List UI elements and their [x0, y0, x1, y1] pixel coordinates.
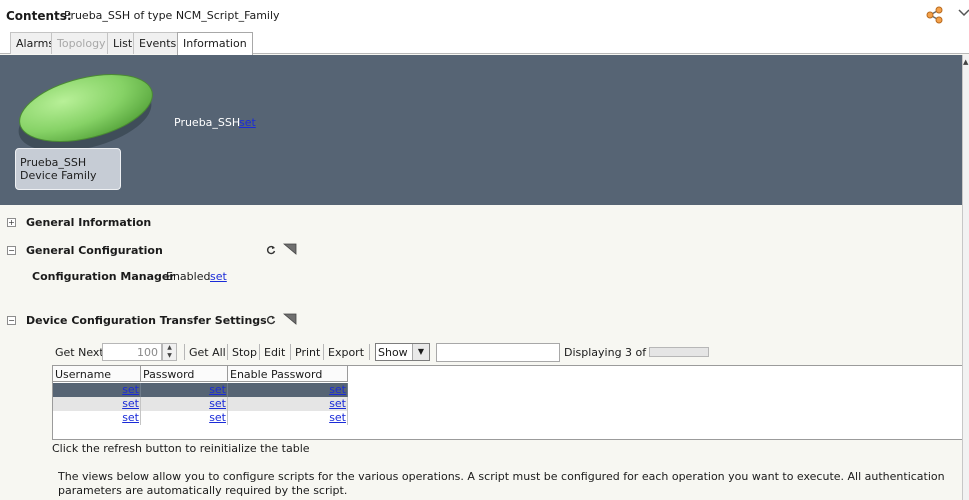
- refresh-icon[interactable]: [266, 245, 276, 255]
- banner-model-name: Prueba_SSH: [174, 116, 241, 129]
- collapse-transfer-settings-icon[interactable]: −: [7, 316, 16, 325]
- configuration-manager-value: Enabled: [166, 270, 211, 283]
- toolbar-divider: [184, 344, 185, 360]
- device-label-name: Prueba_SSH: [20, 156, 87, 169]
- device-label-type: Device Family: [20, 169, 97, 182]
- section-general-information[interactable]: General Information: [26, 216, 151, 229]
- table-row[interactable]: set set set: [53, 397, 348, 411]
- displaying-count: Displaying 3 of 3: [564, 346, 657, 359]
- column-header-enable-password[interactable]: Enable Password: [228, 366, 348, 382]
- enable-password-set-link[interactable]: set: [329, 383, 346, 396]
- username-set-link[interactable]: set: [122, 397, 139, 410]
- tab-topology: Topology: [51, 32, 112, 54]
- edit-button[interactable]: Edit: [264, 346, 285, 359]
- device-label: Prueba_SSH Device Family: [15, 148, 121, 190]
- password-set-link[interactable]: set: [209, 411, 226, 424]
- contents-label: Contents:: [6, 9, 72, 23]
- expand-general-information-icon[interactable]: +: [7, 218, 16, 227]
- share-icon[interactable]: [926, 6, 944, 24]
- vertical-scrollbar[interactable]: [962, 55, 969, 500]
- print-button[interactable]: Print: [295, 346, 320, 359]
- configuration-manager-set-link[interactable]: set: [210, 270, 227, 283]
- count-stepper[interactable]: ▲ ▼: [162, 343, 177, 361]
- export-button[interactable]: Export: [328, 346, 364, 359]
- load-progress-bar: [649, 347, 709, 357]
- edit-icon[interactable]: [283, 313, 297, 325]
- username-set-link[interactable]: set: [122, 383, 139, 396]
- enable-password-set-link[interactable]: set: [329, 397, 346, 410]
- collapse-general-configuration-icon[interactable]: −: [7, 246, 16, 255]
- enable-password-set-link[interactable]: set: [329, 411, 346, 424]
- configuration-manager-label: Configuration Manager: [32, 270, 175, 283]
- refresh-hint: Click the refresh button to reinitialize…: [52, 442, 310, 455]
- chevron-down-icon[interactable]: ▼: [412, 344, 429, 360]
- stop-button[interactable]: Stop: [232, 346, 257, 359]
- table-row[interactable]: set set set: [53, 383, 348, 397]
- password-set-link[interactable]: set: [209, 397, 226, 410]
- toolbar-divider: [290, 344, 291, 360]
- toolbar-divider: [323, 344, 324, 360]
- title-bar: Contents: Prueba_SSH of type NCM_Script_…: [0, 0, 969, 31]
- device-family-icon: [18, 74, 153, 152]
- scripts-description: The views below allow you to configure s…: [58, 470, 945, 497]
- section-general-configuration[interactable]: General Configuration: [26, 244, 163, 257]
- get-next-button[interactable]: Get Next: [55, 346, 104, 359]
- scroll-up-icon[interactable]: ▲: [963, 58, 968, 66]
- section-transfer-settings[interactable]: Device Configuration Transfer Settings: [26, 314, 267, 327]
- banner-set-link[interactable]: set: [239, 116, 256, 129]
- tab-information[interactable]: Information: [177, 32, 253, 55]
- contents-title: Prueba_SSH of type NCM_Script_Family: [64, 9, 280, 22]
- username-set-link[interactable]: set: [122, 411, 139, 424]
- get-all-button[interactable]: Get All: [189, 346, 226, 359]
- password-set-link[interactable]: set: [209, 383, 226, 396]
- toolbar-divider: [259, 344, 260, 360]
- edit-icon[interactable]: [283, 243, 297, 255]
- panel-menu-icon[interactable]: [958, 6, 969, 20]
- get-next-count-input[interactable]: 100: [102, 343, 162, 361]
- refresh-icon[interactable]: [266, 315, 276, 325]
- filter-input[interactable]: [436, 343, 560, 362]
- toolbar-divider: [369, 344, 370, 360]
- table-row[interactable]: set set set: [53, 411, 348, 425]
- tab-events[interactable]: Events: [133, 32, 183, 54]
- view-tabs: Alarms Topology List Events Information: [0, 31, 969, 55]
- credentials-table: Username Password Enable Password set se…: [52, 365, 962, 440]
- column-header-password[interactable]: Password: [141, 366, 228, 382]
- toolbar-divider: [227, 344, 228, 360]
- column-header-username[interactable]: Username: [53, 366, 141, 382]
